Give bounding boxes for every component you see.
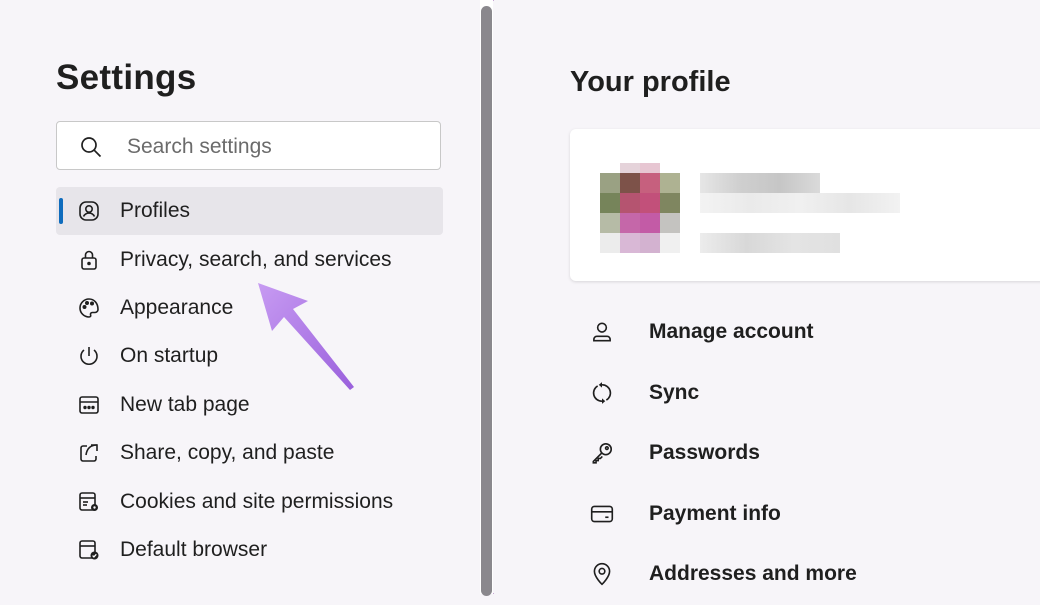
palette-icon: [76, 295, 102, 321]
sidebar-item-label: Default browser: [120, 537, 268, 561]
profile-pane: Your profile Manage account Sync Passwor…: [494, 0, 1040, 594]
profile-name-blurred: [700, 173, 820, 193]
card-icon: [588, 500, 616, 528]
sidebar-item-label: Cookies and site permissions: [120, 489, 394, 513]
sidebar-item-cookies[interactable]: Cookies and site permissions: [56, 477, 443, 525]
share-icon: [76, 440, 102, 466]
sidebar-scrollbar-thumb[interactable]: [481, 6, 492, 596]
page-title: Your profile: [570, 66, 731, 98]
addresses-item[interactable]: Addresses and more: [570, 544, 1040, 605]
sidebar-item-label: On startup: [120, 344, 219, 368]
profile-icon: [76, 198, 102, 224]
profile-menu: Manage account Sync Passwords Payment in…: [570, 302, 1040, 605]
menu-item-label: Addresses and more: [649, 562, 857, 586]
menu-item-label: Manage account: [649, 320, 814, 344]
default-browser-icon: [76, 537, 102, 563]
search-icon: [81, 137, 102, 158]
sidebar-item-label: Share, copy, and paste: [120, 441, 335, 465]
sync-icon: [588, 379, 616, 407]
profile-card[interactable]: [570, 129, 1040, 281]
lock-icon: [76, 247, 102, 273]
manage-account-item[interactable]: Manage account: [570, 302, 1040, 363]
passwords-item[interactable]: Passwords: [570, 423, 1040, 484]
new-tab-icon: [76, 392, 102, 418]
menu-item-label: Sync: [649, 380, 700, 404]
search-input[interactable]: [125, 130, 429, 164]
annotation-arrow-icon: [258, 283, 354, 390]
profile-email-blurred: [700, 193, 900, 213]
sidebar-item-label: Appearance: [120, 295, 234, 319]
menu-item-label: Payment info: [649, 501, 781, 525]
location-icon: [588, 560, 616, 588]
sync-item[interactable]: Sync: [570, 363, 1040, 424]
settings-title: Settings: [56, 58, 197, 97]
key-icon: [588, 439, 616, 467]
payment-info-item[interactable]: Payment info: [570, 484, 1040, 545]
sidebar-item-default-browser[interactable]: Default browser: [56, 526, 443, 574]
person-icon: [588, 318, 616, 346]
sidebar-item-label: New tab page: [120, 392, 250, 416]
menu-item-label: Passwords: [649, 441, 760, 465]
sidebar-item-label: Privacy, search, and services: [120, 247, 392, 271]
search-box[interactable]: [56, 121, 441, 170]
cookies-icon: [76, 489, 102, 515]
profile-status-blurred: [700, 233, 840, 253]
sidebar-item-share-copy-paste[interactable]: Share, copy, and paste: [56, 429, 443, 477]
sidebar-item-profiles[interactable]: Profiles: [56, 187, 443, 236]
power-icon: [76, 343, 102, 369]
sidebar-item-label: Profiles: [120, 199, 191, 223]
avatar: [600, 163, 680, 253]
